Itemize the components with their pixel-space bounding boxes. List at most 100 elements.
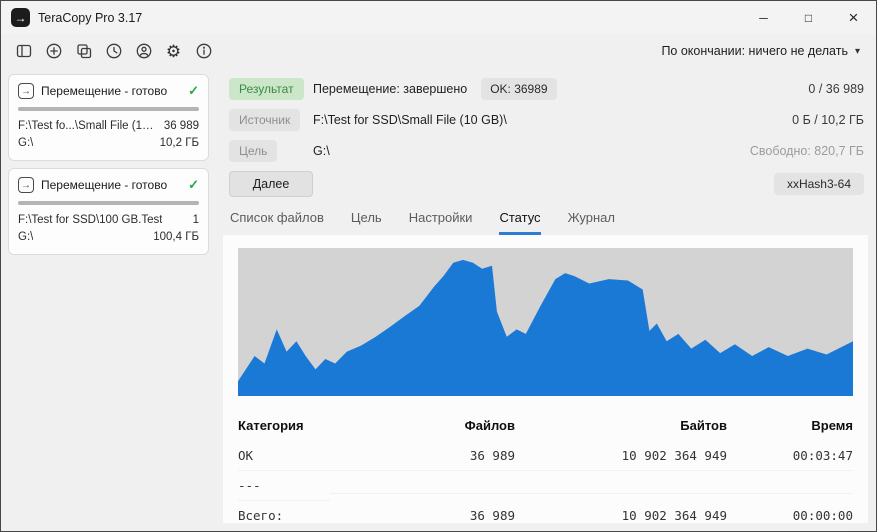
arrow-right-icon: → <box>21 180 31 191</box>
check-icon: ✓ <box>188 83 199 99</box>
about-button[interactable] <box>190 38 217 64</box>
task-progress-bar <box>18 107 199 111</box>
plus-circle-icon <box>45 42 63 60</box>
minimize-button[interactable]: ─ <box>741 1 786 34</box>
check-icon: ✓ <box>188 177 199 193</box>
task-target-path: G:\ <box>18 135 33 152</box>
stats-cell: 10 902 364 949 <box>515 441 727 471</box>
stats-cell: 36 989 <box>330 501 515 531</box>
free-space-text: Свободно: 820,7 ГБ <box>740 144 864 158</box>
target-path-text: G:\ <box>313 144 330 158</box>
stats-cell: 00:00:00 <box>727 501 853 531</box>
window-body: → Перемещение - готово ✓ F:\Test fo...\S… <box>1 68 876 531</box>
source-path-text: F:\Test for SSD\Small File (10 GB)\ <box>313 113 507 127</box>
tab-settings[interactable]: Настройки <box>409 210 473 235</box>
stats-cell: 10 902 364 949 <box>515 501 727 531</box>
app-icon: → <box>11 8 30 27</box>
task-sidebar: → Перемещение - готово ✓ F:\Test fo...\S… <box>1 68 214 531</box>
task-target-row: G:\ 10,2 ГБ <box>18 135 199 152</box>
table-row: OK 36 989 10 902 364 949 00:03:47 <box>238 441 853 471</box>
hash-algorithm-button[interactable]: xxHash3-64 <box>774 173 864 195</box>
on-finish-dropdown[interactable]: По окончании: ничего не делать ▾ <box>661 44 860 58</box>
speed-chart-svg <box>238 248 853 396</box>
stats-table: Категория Файлов Байтов Время OK 36 989 … <box>238 412 853 531</box>
target-row: Цель G:\ Свободно: 820,7 ГБ <box>229 140 864 162</box>
actions-row: Далее xxHash3-64 <box>229 171 864 197</box>
add-task-button[interactable] <box>40 38 67 64</box>
settings-button[interactable]: ⚙ <box>160 38 187 64</box>
copy-button[interactable] <box>70 38 97 64</box>
tab-log[interactable]: Журнал <box>568 210 615 235</box>
bytes-progress: 0 Б / 10,2 ГБ <box>782 113 864 127</box>
account-button[interactable] <box>130 38 157 64</box>
stats-cell: 00:03:47 <box>727 441 853 471</box>
ok-count-badge[interactable]: OK: 36989 <box>481 78 556 100</box>
tab-file-list[interactable]: Список файлов <box>230 210 324 235</box>
gear-icon: ⚙ <box>166 43 181 60</box>
speed-chart <box>238 248 853 396</box>
target-pill-button[interactable]: Цель <box>229 140 277 162</box>
table-row: --- <box>238 471 853 501</box>
chevron-down-icon: ▾ <box>855 46 860 57</box>
stats-header: Время <box>727 412 853 441</box>
remaining-count: 0 / 36 989 <box>798 82 864 96</box>
main-panel: Результат Перемещение: завершено OK: 369… <box>214 68 876 531</box>
sidebar-panel-icon <box>15 42 33 60</box>
stats-cell <box>727 479 853 494</box>
window-title: TeraCopy Pro 3.17 <box>38 11 142 25</box>
task-title: Перемещение - готово <box>41 178 167 192</box>
task-source-path: F:\Test for SSD\100 GB.Test <box>18 212 162 229</box>
table-row: Всего: 36 989 10 902 364 949 00:00:00 <box>238 501 853 531</box>
task-file-count: 36 989 <box>164 118 199 135</box>
source-row: Источник F:\Test for SSD\Small File (10 … <box>229 109 864 131</box>
stats-header: Байтов <box>515 412 727 441</box>
stats-cell: Всего: <box>238 501 330 531</box>
stats-header: Файлов <box>330 412 515 441</box>
history-button[interactable] <box>100 38 127 64</box>
stats-cell: OK <box>238 441 330 471</box>
toolbar: ⚙ По окончании: ничего не делать ▾ <box>1 34 876 68</box>
task-size: 100,4 ГБ <box>153 229 199 246</box>
task-source-row: F:\Test fo...\Small File (10 GB)\ 36 989 <box>18 118 199 135</box>
status-panel: Категория Файлов Байтов Время OK 36 989 … <box>223 235 868 523</box>
info-icon <box>195 42 213 60</box>
stats-cell <box>515 479 727 494</box>
source-pill-button[interactable]: Источник <box>229 109 300 131</box>
task-card-header: → Перемещение - готово ✓ <box>18 177 199 193</box>
task-source-row: F:\Test for SSD\100 GB.Test 1 <box>18 212 199 229</box>
copy-icon <box>75 42 93 60</box>
task-card-header: → Перемещение - готово ✓ <box>18 83 199 99</box>
tab-status[interactable]: Статус <box>499 210 540 235</box>
teracopy-window: → TeraCopy Pro 3.17 ─ □ × <box>0 0 877 532</box>
tab-target[interactable]: Цель <box>351 210 382 235</box>
stats-cell <box>330 479 515 494</box>
arrow-right-icon: → <box>21 86 31 97</box>
result-row: Результат Перемещение: завершено OK: 369… <box>229 78 864 100</box>
on-finish-label: По окончании: ничего не делать <box>661 44 848 58</box>
user-icon <box>135 42 153 60</box>
move-task-icon: → <box>18 177 34 193</box>
task-file-count: 1 <box>193 212 199 229</box>
app-logo-arrow-icon: → <box>15 11 27 25</box>
task-card[interactable]: → Перемещение - готово ✓ F:\Test fo...\S… <box>8 74 209 161</box>
window-controls: ─ □ × <box>741 1 876 34</box>
maximize-button[interactable]: □ <box>786 1 831 34</box>
transfer-summary: Результат Перемещение: завершено OK: 369… <box>223 74 868 203</box>
speed-area <box>238 260 853 396</box>
next-button[interactable]: Далее <box>229 171 313 197</box>
stats-header: Категория <box>238 412 330 441</box>
move-task-icon: → <box>18 83 34 99</box>
result-status-text: Перемещение: завершено <box>313 82 467 96</box>
result-pill-button[interactable]: Результат <box>229 78 304 100</box>
stats-header-row: Категория Файлов Байтов Время <box>238 412 853 441</box>
task-size: 10,2 ГБ <box>160 135 199 152</box>
stats-cell: 36 989 <box>330 441 515 471</box>
close-button[interactable]: × <box>831 1 876 34</box>
task-target-row: G:\ 100,4 ГБ <box>18 229 199 246</box>
toggle-sidebar-button[interactable] <box>10 38 37 64</box>
task-title: Перемещение - готово <box>41 84 167 98</box>
task-source-path: F:\Test fo...\Small File (10 GB)\ <box>18 118 156 135</box>
clock-history-icon <box>105 42 123 60</box>
task-card[interactable]: → Перемещение - готово ✓ F:\Test for SSD… <box>8 168 209 255</box>
tab-bar: Список файлов Цель Настройки Статус Журн… <box>223 203 868 235</box>
